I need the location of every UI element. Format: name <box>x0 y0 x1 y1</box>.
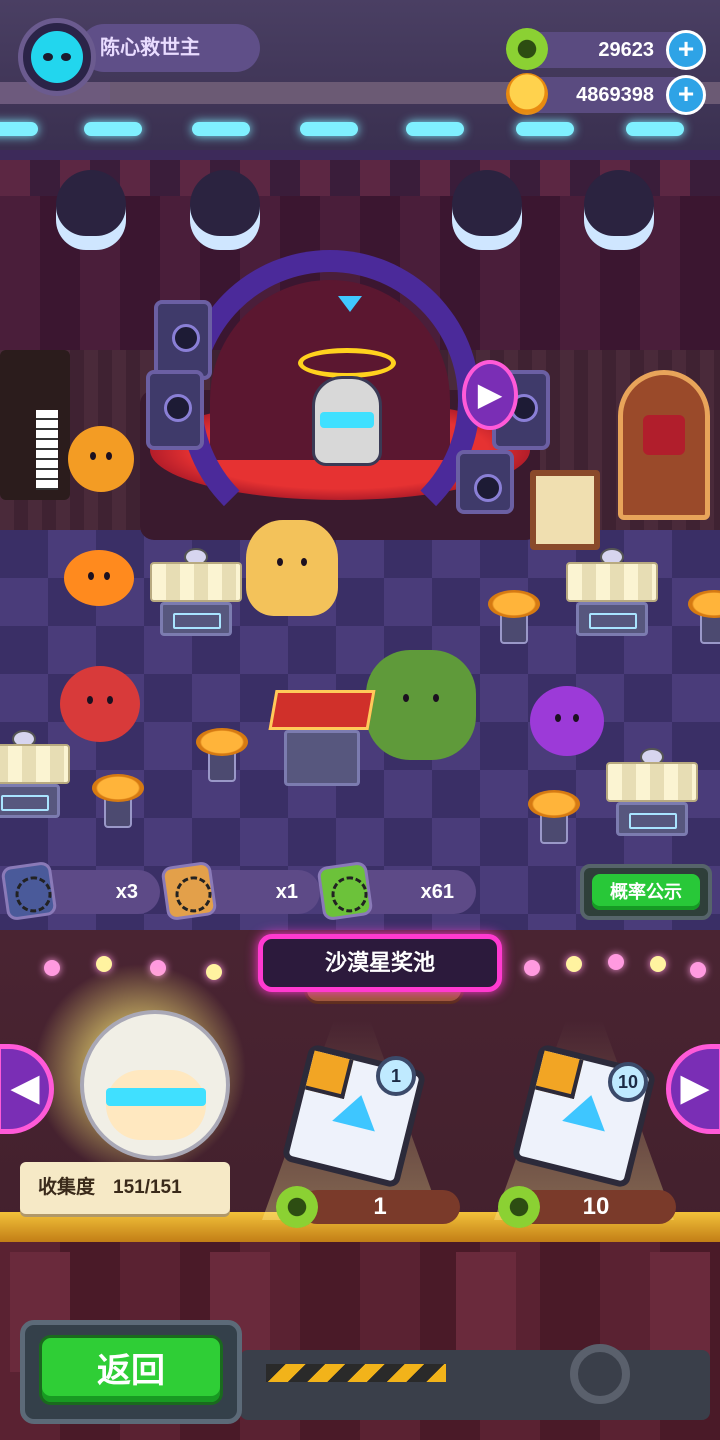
spotlight-icon <box>452 170 522 250</box>
add-gear-token-button[interactable]: + <box>666 30 706 70</box>
dining-table <box>606 748 698 842</box>
green-bottle-cap-icon <box>498 1186 540 1228</box>
orange-bottle-cap-icon <box>160 860 218 922</box>
coin-amount: 4869398 <box>576 84 654 106</box>
stool <box>688 590 720 646</box>
orange-cap-count: x1 <box>275 881 298 903</box>
probability-disclosure-label: 概率公示 <box>592 874 700 910</box>
ten-draw-badge: 10 <box>608 1062 648 1102</box>
dining-table <box>0 730 70 824</box>
red-octopus-creature[interactable] <box>60 666 140 742</box>
golden-planet-coin-icon <box>506 73 548 115</box>
ten-draw-cost[interactable]: 10 <box>516 1190 676 1224</box>
halo-icon <box>298 348 396 378</box>
cat-face-icon <box>31 31 83 83</box>
player-name: 陈心救世主 <box>80 24 260 72</box>
gear-token-amount: 29623 <box>598 39 654 61</box>
ceiling-light <box>84 122 142 136</box>
speaker-icon <box>456 450 514 514</box>
ceiling-light <box>192 122 250 136</box>
blue-cap-count: x3 <box>115 881 138 903</box>
pool-title: 沙漠星奖池 <box>258 934 502 992</box>
ceiling-light <box>0 122 38 136</box>
bulb-icon <box>608 954 624 970</box>
single-draw-badge: 1 <box>376 1056 416 1096</box>
ceiling-light <box>406 122 464 136</box>
spotlight-icon <box>190 170 260 250</box>
single-draw-cost[interactable]: 1 <box>300 1190 460 1224</box>
bulb-icon <box>690 962 706 978</box>
ceiling-light <box>626 122 684 136</box>
inventory-item-green-cap: x61 <box>316 860 476 922</box>
probability-disclosure-button[interactable]: 概率公示 <box>580 864 712 920</box>
bulb-icon <box>650 956 666 972</box>
stool <box>528 790 580 846</box>
back-button[interactable]: 返回 <box>39 1335 223 1405</box>
restaurant-scene: ▶ <box>0 150 720 930</box>
speaker-icon <box>146 370 204 450</box>
conveyor-rail <box>240 1344 710 1420</box>
jukebox <box>618 370 710 520</box>
hazard-stripe <box>266 1364 446 1382</box>
next-pool-button[interactable]: ▶ <box>666 1044 720 1134</box>
gear-token-counter: 29623 + <box>506 28 706 70</box>
add-coin-button[interactable]: + <box>666 75 706 115</box>
character-visor <box>106 1088 206 1106</box>
stool <box>196 728 248 784</box>
inventory-item-orange-cap: x1 <box>160 860 320 922</box>
featured-character <box>20 960 260 1180</box>
selection-marker-icon <box>338 296 362 312</box>
collection-label: 收集度 <box>38 1177 96 1198</box>
green-gear-token-icon <box>506 28 548 70</box>
dining-table <box>150 548 242 642</box>
stool <box>488 590 540 646</box>
gacha-pool-panel: 沙漠星奖池 收集度 151/151 ◀ ▶ 1 1 10 10 返回 <box>0 930 720 1440</box>
stool <box>92 774 144 830</box>
ceiling-light <box>516 122 574 136</box>
stage-performer[interactable] <box>292 340 402 470</box>
inventory-item-blue-cap: x3 <box>0 860 160 922</box>
collection-progress: 收集度 151/151 <box>20 1162 230 1214</box>
ceiling-lights <box>0 118 720 138</box>
top-hud: 陈心救世主 29623 + 4869398 + <box>0 0 720 150</box>
vip-table <box>268 690 376 790</box>
green-bottle-cap-icon <box>316 860 374 922</box>
dining-table <box>566 548 658 642</box>
crowned-orange-creature[interactable] <box>64 550 134 606</box>
coin-counter: 4869398 + <box>506 73 706 115</box>
spotlight-icon <box>584 170 654 250</box>
menu-board <box>530 470 600 550</box>
bulb-icon <box>524 960 540 976</box>
green-crowned-sheep-customer[interactable] <box>366 650 476 760</box>
orange-creature[interactable] <box>68 426 134 492</box>
gear-wheel-icon <box>570 1344 630 1404</box>
stage-next-arrow-button[interactable]: ▶ <box>462 360 518 430</box>
player-avatar[interactable] <box>18 18 96 96</box>
purple-octopus-creature[interactable] <box>530 686 604 756</box>
collection-value: 151/151 <box>113 1177 182 1198</box>
speaker-icon <box>154 300 212 380</box>
spotlight-icon <box>56 170 126 250</box>
piano <box>0 350 70 500</box>
blue-bottle-cap-icon <box>0 860 58 922</box>
cowboy-customer[interactable] <box>246 520 338 616</box>
back-button-frame: 返回 <box>20 1320 242 1424</box>
green-bottle-cap-icon <box>276 1186 318 1228</box>
green-cap-count: x61 <box>420 881 454 903</box>
performer-visor <box>320 412 374 428</box>
ceiling-light <box>300 122 358 136</box>
bulb-icon <box>566 956 582 972</box>
